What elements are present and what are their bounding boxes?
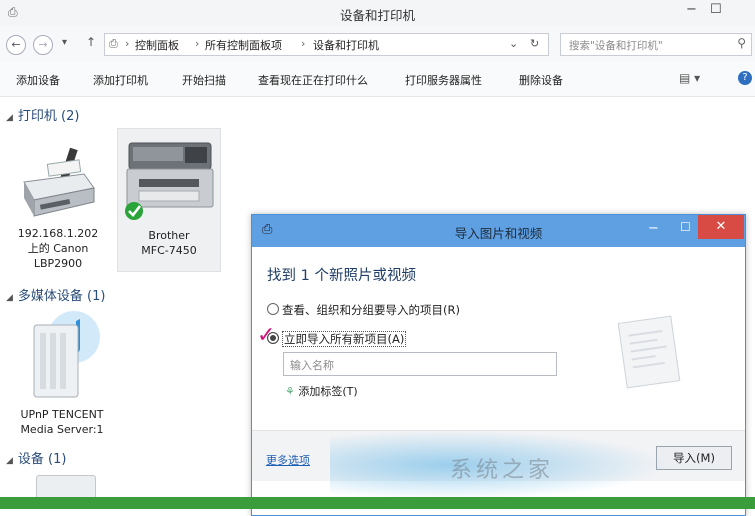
option-review-organize[interactable]: 查看、组织和分组要导入的项目(R) [267,302,460,318]
breadcrumb-devices-printers[interactable]: 设备和打印机 [313,37,379,53]
group-label: 打印机 (2) [17,109,80,124]
group-header-multimedia[interactable]: ◢ 多媒体设备 (1) [6,285,105,304]
print-server-properties-button[interactable]: 打印服务器属性 [405,72,482,88]
address-bar[interactable]: ⎙ › 控制面板 › 所有控制面板项 › 设备和打印机 ⌄ ↻ [104,33,549,56]
add-device-button[interactable]: 添加设备 [16,72,60,88]
breadcrumb-all-items[interactable]: 所有控制面板项 [205,37,282,53]
tag-icon: ⚘ [285,385,295,398]
printer-icon [23,147,95,217]
location-icon: ⎙ [109,37,118,50]
add-tags-label: 添加标签(T) [298,385,358,398]
dialog-maximize-button[interactable]: ☐ [680,220,691,234]
device-brother-printer[interactable]: Brother MFC-7450 [117,128,221,272]
start-scan-button[interactable]: 开始扫描 [182,72,226,88]
breadcrumb-control-panel[interactable]: 控制面板 [135,37,179,53]
group-label: 多媒体设备 (1) [17,289,106,304]
device-generic[interactable] [36,475,96,499]
more-options-link[interactable]: 更多选项 [266,452,310,468]
collapse-arrow-icon: ◢ [6,113,13,123]
see-whats-printing-button[interactable]: 查看现在正在打印什么 [258,72,368,88]
device-canon-printer[interactable]: 192.168.1.202 上的 Canon LBP2900 [14,140,102,271]
search-box[interactable]: 搜索"设备和打印机" ⚲ [560,33,752,56]
group-header-devices[interactable]: ◢ 设备 (1) [6,448,66,467]
option-label: 查看、组织和分组要导入的项目(R) [282,303,460,317]
media-server-icon [33,311,100,398]
default-printer-check-icon [125,202,143,220]
device-label: UPnP TENCENT [20,408,104,421]
add-printer-button[interactable]: 添加打印机 [93,72,148,88]
dialog-heading: 找到 1 个新照片或视频 [267,268,416,284]
name-input-box[interactable] [283,352,557,376]
maximize-button[interactable]: ☐ [710,2,722,17]
navigation-bar: ← → ▾ ↑ ⎙ › 控制面板 › 所有控制面板项 › 设备和打印机 ⌄ ↻ … [0,26,755,62]
multifunction-printer-icon [125,142,214,220]
search-placeholder: 搜索"设备和打印机" [569,40,663,52]
device-media-server[interactable]: UPnP TENCENT Media Server:1 [14,305,110,437]
help-button[interactable]: ? [738,71,752,85]
option-label: 立即导入所有新项目(A) [282,331,407,347]
dialog-close-button[interactable]: ✕ [698,215,744,239]
command-toolbar: 添加设备 添加打印机 开始扫描 查看现在正在打印什么 打印服务器属性 删除设备 … [0,62,755,97]
option-import-all[interactable]: 立即导入所有新项目(A) [267,331,407,347]
recent-locations-button[interactable]: ▾ [62,37,67,48]
search-icon[interactable]: ⚲ [737,36,746,50]
group-header-printers[interactable]: ◢ 打印机 (2) [6,105,79,124]
photo-illustration-icon [617,315,681,389]
refresh-button[interactable]: ↻ [530,37,539,50]
change-view-button[interactable]: ▤ ▾ [679,71,700,85]
radio-button-selected[interactable] [267,332,279,344]
window-titlebar: ⎙ 设备和打印机 − ☐ [0,0,755,27]
dialog-minimize-button[interactable]: − [648,221,659,236]
device-label: 192.168.1.202 [17,227,99,240]
address-dropdown-button[interactable]: ⌄ [509,37,518,50]
device-label: 上的 Canon [27,242,89,255]
up-button[interactable]: ↑ [86,35,96,49]
device-label: MFC-7450 [141,244,197,257]
forward-button[interactable]: → [33,35,53,55]
name-input[interactable] [288,355,554,375]
window-title: 设备和打印机 [339,8,415,23]
minimize-button[interactable]: − [686,2,697,17]
device-label: LBP2900 [33,257,83,270]
add-tags-button[interactable]: ⚘ 添加标签(T) [285,383,358,399]
back-button[interactable]: ← [6,35,26,55]
breadcrumb-separator: › [125,37,130,50]
device-label: Brother [148,229,190,242]
watermark-logo: 系统之家 [330,430,670,500]
device-label: Media Server:1 [20,423,104,436]
collapse-arrow-icon: ◢ [6,293,13,303]
remove-device-button[interactable]: 删除设备 [519,72,563,88]
dialog-titlebar: ⎙ 导入图片和视频 − ☐ ✕ [252,215,745,247]
taskbar [0,497,755,509]
radio-button[interactable] [267,303,279,315]
dialog-title: 导入图片和视频 [454,226,543,241]
breadcrumb-separator: › [195,37,200,50]
collapse-arrow-icon: ◢ [6,456,13,466]
group-label: 设备 (1) [17,452,67,467]
breadcrumb-separator: › [301,37,306,50]
